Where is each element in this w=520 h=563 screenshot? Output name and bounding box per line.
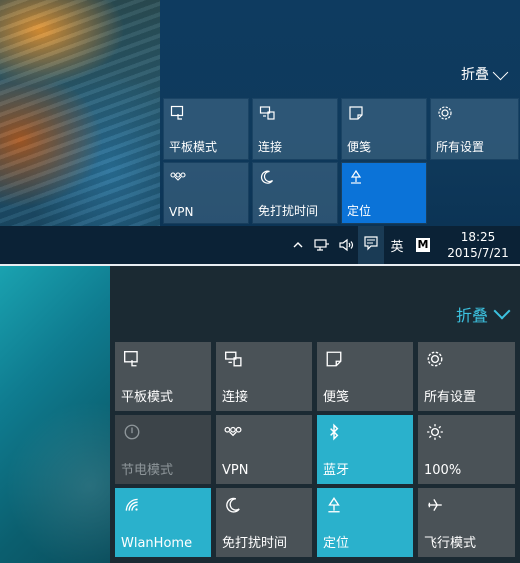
desktop-wallpaper [0,266,110,563]
note-icon [325,350,343,368]
tile-label: 平板模式 [169,140,218,154]
tile-note[interactable]: 便笺 [317,342,413,411]
tile-label: 平板模式 [121,390,174,405]
tile-settings[interactable]: 所有设置 [418,342,515,411]
tile-quiet-hours[interactable]: 免打扰时间 [216,488,312,557]
tile-settings[interactable]: 所有设置 [430,98,519,160]
tile-label: WlanHome [121,536,193,551]
tile-wifi[interactable]: WlanHome [115,488,211,557]
volume-icon[interactable] [334,226,358,264]
brightness-sun-icon [426,423,444,441]
note-icon [348,105,364,121]
tile-connect[interactable]: 连接 [252,98,338,160]
tile-airplane-mode[interactable]: 飞行模式 [418,488,515,557]
vpn-icon [170,169,186,185]
tile-label: 定位 [323,536,350,551]
tile-label: 飞行模式 [424,536,477,551]
tablet-mode-icon [123,350,141,368]
clock[interactable]: 18:25 2015/7/21 [436,226,520,264]
tile-label: VPN [169,205,194,219]
tile-battery-saver[interactable]: 节电模式 [115,415,211,484]
collapse-label: 折叠 [455,306,488,325]
tile-connect[interactable]: 连接 [216,342,312,411]
input-method-indicator[interactable]: 英 [384,226,410,264]
bluetooth-icon [325,423,343,441]
tile-label: 节电模式 [121,463,174,478]
notification-icon [363,235,379,255]
tile-bluetooth[interactable]: 蓝牙 [317,415,413,484]
m-tray-icon[interactable]: M [410,226,436,264]
quick-actions-grid: 平板模式 连接 便笺 所有设置 VPN 免打扰时间 定位 [163,98,519,224]
network-icon[interactable] [310,226,334,264]
tile-label: 蓝牙 [323,463,350,478]
collapse-button[interactable]: 折叠 [455,302,511,326]
connect-icon [224,350,242,368]
tile-label: 所有设置 [424,390,477,405]
tile-label: 便笺 [347,140,372,154]
chevron-down-icon [493,302,511,320]
tile-tablet-mode[interactable]: 平板模式 [115,342,211,411]
battery-saver-icon [123,423,141,441]
quiet-hours-moon-icon [224,496,242,514]
tile-label: 连接 [222,390,249,405]
m-badge: M [416,238,430,252]
tile-label: 免打扰时间 [222,536,288,551]
tile-brightness[interactable]: 100% [418,415,515,484]
system-tray: 英 M 18:25 2015/7/21 [286,226,520,264]
taskbar: 英 M 18:25 2015/7/21 [0,226,520,264]
tablet-mode-icon [170,105,186,121]
action-center-panel: 折叠 平板模式 连接 便笺 所有设置 节电模式 VPN 蓝牙 100% Wlan… [110,266,520,563]
show-hidden-icons-icon[interactable] [286,226,310,264]
tile-tablet-mode[interactable]: 平板模式 [163,98,249,160]
tile-label: 100% [424,463,462,478]
tile-vpn[interactable]: VPN [216,415,312,484]
collapse-button[interactable]: 折叠 [461,64,509,84]
location-icon [325,496,343,514]
tile-label: VPN [222,463,249,478]
tile-quiet-hours[interactable]: 免打扰时间 [252,162,338,224]
wifi-icon [123,496,141,514]
action-center-button[interactable] [358,226,384,264]
chevron-down-icon [492,64,509,80]
desktop-wallpaper [0,0,160,226]
input-method-label: 英 [390,239,404,255]
settings-gear-icon [437,105,453,121]
location-icon [348,169,364,185]
airplane-icon [426,496,444,514]
vpn-icon [224,423,242,441]
tile-label: 免打扰时间 [258,204,319,218]
tile-label: 连接 [258,140,283,154]
collapse-label: 折叠 [461,67,489,83]
clock-time: 18:25 [460,230,496,244]
tile-note[interactable]: 便笺 [341,98,427,160]
settings-gear-icon [426,350,444,368]
tile-location[interactable]: 定位 [341,162,427,224]
quiet-hours-moon-icon [259,169,275,185]
tile-label: 所有设置 [436,140,485,154]
clock-date: 2015/7/21 [447,246,509,260]
tile-label: 便笺 [323,390,350,405]
connect-icon [259,105,275,121]
tile-vpn[interactable]: VPN [163,162,249,224]
tile-label: 定位 [347,204,372,218]
bottom-screenshot: 折叠 平板模式 连接 便笺 所有设置 节电模式 VPN 蓝牙 100% Wlan… [0,266,520,563]
tile-location[interactable]: 定位 [317,488,413,557]
top-screenshot: 折叠 平板模式 连接 便笺 所有设置 VPN 免打扰时间 定位 英 M 18:2… [0,0,520,264]
